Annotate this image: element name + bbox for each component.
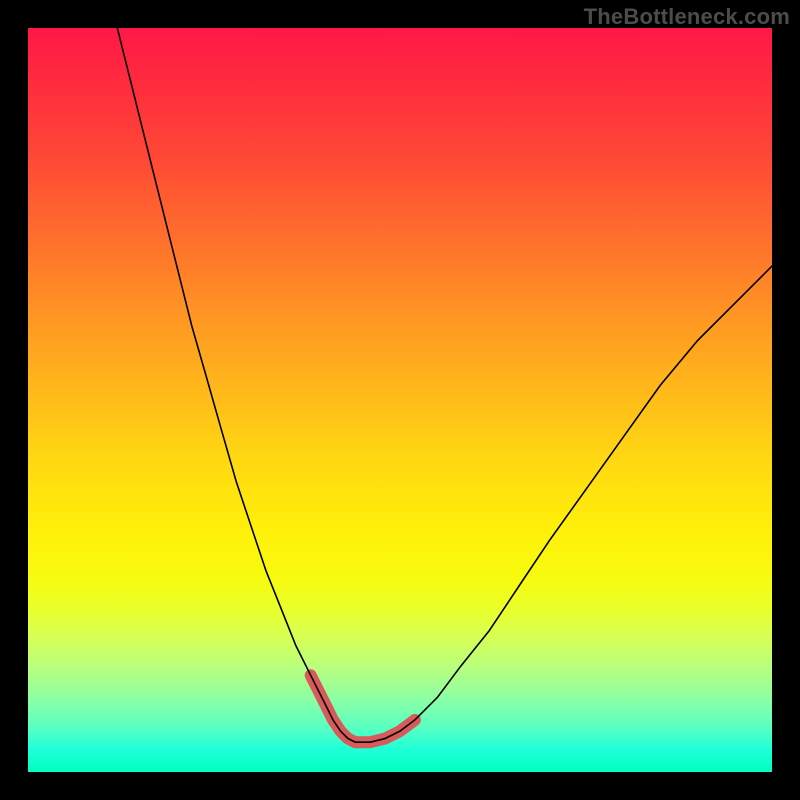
bottleneck-plot [28, 28, 772, 772]
chart-frame: TheBottleneck.com [0, 0, 800, 800]
plot-svg [28, 28, 772, 772]
bottleneck-curve [117, 28, 772, 742]
watermark-label: TheBottleneck.com [584, 4, 790, 30]
